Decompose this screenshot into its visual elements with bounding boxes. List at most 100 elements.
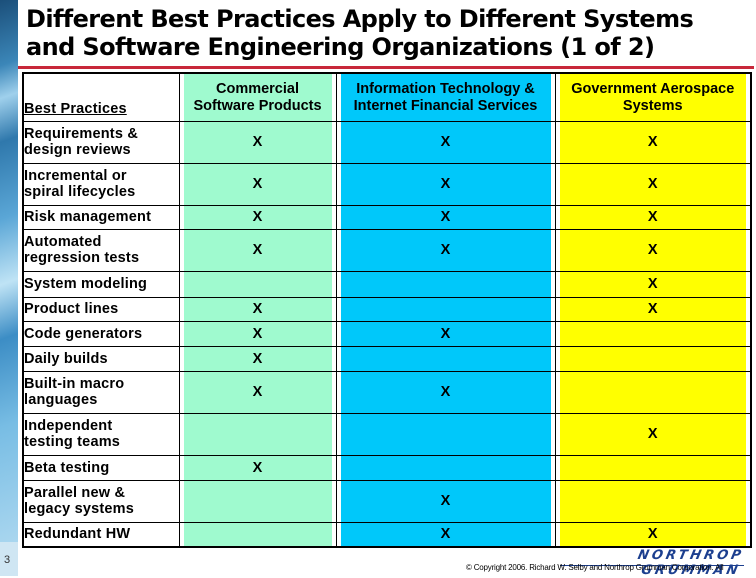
cell-it-financial: X [335,320,556,347]
cell-commercial [178,521,337,548]
header-commercial-line: Commercial [215,81,299,98]
practice-name-line: spiral lifecycles [24,184,136,200]
page-number: 3 [4,554,11,566]
check-mark: X [440,384,451,400]
header-gov-line: Government Aerospace [571,81,735,98]
practice-name: Daily builds [22,345,180,372]
table-row: Independent testing teams X [22,412,752,456]
cell-it-financial [335,270,556,298]
practice-name-line: Risk management [24,209,152,225]
cell-commercial: X [178,296,337,322]
header-gov-line: Systems [622,98,683,115]
header-gov-aerospace: Government Aerospace Systems [554,72,752,122]
practice-name-line: Daily builds [24,350,108,367]
practice-name-line: Incremental or [24,168,127,184]
cell-it-financial: X [335,228,556,272]
check-mark: X [252,325,263,342]
practice-name: Automated regression tests [22,228,180,272]
practice-name-line: System modeling [24,276,148,292]
cell-it-financial: X [335,521,556,548]
check-mark: X [647,526,658,543]
check-mark: X [647,242,658,258]
header-it-line: Information Technology & [356,81,535,98]
check-mark: X [252,459,263,476]
header-best-practices: Best Practices [22,72,180,122]
cell-commercial: X [178,454,337,481]
slide-title: Different Best Practices Apply to Differ… [26,5,751,61]
check-mark: X [647,134,658,150]
practice-name: System modeling [22,270,180,298]
check-mark: X [252,209,263,225]
practice-name-line: Code generators [24,325,143,342]
practice-name-line: languages [24,392,98,408]
cell-gov-aerospace: X [554,204,752,230]
cell-commercial: X [178,228,337,272]
table-row: Requirements & design reviews X X X [22,120,752,164]
cell-gov-aerospace: X [554,412,752,456]
check-mark: X [440,325,451,342]
cell-it-financial: X [335,162,556,206]
title-line-2: and Software Engineering Organizations (… [26,33,655,61]
cell-gov-aerospace [554,479,752,523]
cell-commercial [178,479,337,523]
practice-name-line: Built-in macro [24,376,125,392]
cell-it-financial: X [335,370,556,414]
table-row: System modeling X [22,270,752,298]
cell-gov-aerospace: X [554,296,752,322]
practice-name: Requirements & design reviews [22,120,180,164]
title-line-1: Different Best Practices Apply to Differ… [26,5,694,33]
cell-commercial: X [178,204,337,230]
table-row: Parallel new & legacy systems X [22,479,752,523]
check-mark: X [252,176,263,192]
check-mark: X [252,384,263,400]
check-mark: X [440,134,451,150]
check-mark: X [252,242,263,258]
cell-gov-aerospace: X [554,228,752,272]
cell-gov-aerospace: X [554,162,752,206]
title-divider [18,66,754,69]
check-mark: X [440,209,451,225]
check-mark: X [440,526,451,543]
check-mark: X [440,242,451,258]
table-header-row: Best Practices Commercial Software Produc… [22,72,752,122]
practice-name: Product lines [22,296,180,322]
check-mark: X [647,301,658,317]
check-mark: X [440,176,451,192]
practice-name: Built-in macro languages [22,370,180,414]
practice-name-line: Product lines [24,301,119,317]
practice-name-line: design reviews [24,142,131,158]
header-best-practices-label: Best Practices [24,100,127,117]
table-row: Redundant HW X X [22,521,752,548]
table-row: Beta testing X [22,454,752,481]
practice-name: Code generators [22,320,180,347]
practice-name: Redundant HW [22,521,180,548]
table-row: Built-in macro languages X X [22,370,752,414]
cell-commercial: X [178,320,337,347]
cell-commercial: X [178,120,337,164]
cell-it-financial [335,296,556,322]
cell-gov-aerospace [554,370,752,414]
header-commercial-line: Software Products [193,98,322,115]
cell-gov-aerospace [554,454,752,481]
cell-it-financial [335,412,556,456]
best-practices-table: Best Practices Commercial Software Produc… [22,72,752,548]
practice-name-line: Requirements & [24,126,138,142]
cell-commercial: X [178,345,337,372]
check-mark: X [252,350,263,367]
table-row: Risk management X X X [22,204,752,230]
cell-it-financial: X [335,479,556,523]
cell-gov-aerospace [554,345,752,372]
cell-commercial [178,412,337,456]
practice-name-line: Beta testing [24,459,110,476]
table-row: Code generators X X [22,320,752,347]
cell-it-financial [335,454,556,481]
cell-it-financial: X [335,120,556,164]
practice-name-line: Redundant HW [24,526,131,543]
header-commercial: Commercial Software Products [178,72,337,122]
practice-name-line: legacy systems [24,501,135,517]
decorative-side-strip [0,0,18,542]
cell-commercial [178,270,337,298]
cell-it-financial [335,345,556,372]
check-mark: X [440,493,451,509]
check-mark: X [252,301,263,317]
